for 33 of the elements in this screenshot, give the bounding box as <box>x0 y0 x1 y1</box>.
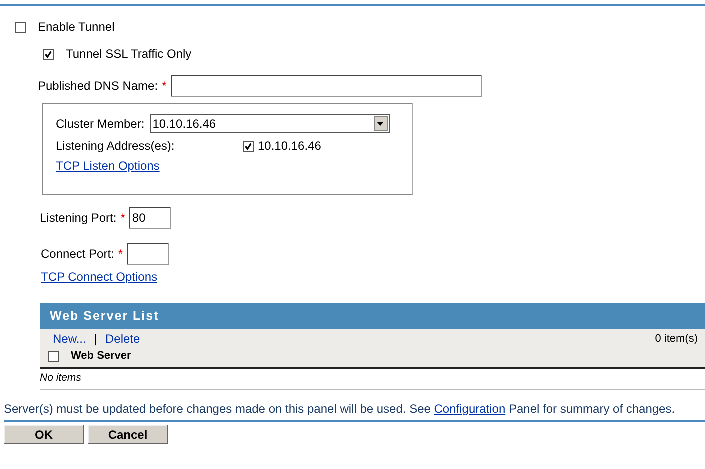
required-asterisk: * <box>118 247 124 261</box>
field-label: Listening Port: <box>40 211 117 225</box>
required-asterisk: * <box>162 79 167 93</box>
checkbox-label: 10.10.16.46 <box>258 139 322 153</box>
toolbar-link[interactable]: Delete <box>105 332 140 346</box>
input-field[interactable]: 80 <box>129 207 172 229</box>
caret-icon <box>377 122 384 126</box>
checkbox[interactable] <box>243 140 254 152</box>
field-label: Connect Port: <box>41 247 114 261</box>
column-header: Web Server <box>71 350 132 362</box>
input-field[interactable] <box>170 75 482 97</box>
field-label: Published DNS Name: <box>38 79 158 93</box>
link[interactable]: TCP Connect Options <box>41 270 158 284</box>
separator: | <box>94 332 98 346</box>
notice-text: Server(s) must be updated before changes made on this panel will be used. See Configuration Panel for summary of changes. <box>4 402 705 422</box>
panel-header: Web Server List <box>40 303 705 329</box>
field-label: Cluster Member: <box>56 116 145 130</box>
dropdown[interactable]: 10.10.16.46 <box>150 114 390 133</box>
dialog-button[interactable]: OK <box>4 425 84 444</box>
input-field[interactable] <box>127 243 170 265</box>
checkbox-label: Enable Tunnel <box>38 20 115 34</box>
required-asterisk: * <box>120 211 126 225</box>
field-label: Listening Address(es): <box>56 139 176 153</box>
link[interactable]: Configuration <box>434 402 506 416</box>
checkbox-label: Tunnel SSL Traffic Only <box>66 47 192 61</box>
link[interactable]: TCP Listen Options <box>56 159 160 173</box>
checkbox[interactable] <box>43 48 54 60</box>
checkbox[interactable] <box>15 22 26 32</box>
empty-message: No items <box>40 371 82 386</box>
toolbar-link[interactable]: New... <box>53 332 86 346</box>
checkbox[interactable] <box>48 350 59 362</box>
item-count: 0 item(s) <box>655 333 698 345</box>
dialog-button[interactable]: Cancel <box>88 425 168 444</box>
